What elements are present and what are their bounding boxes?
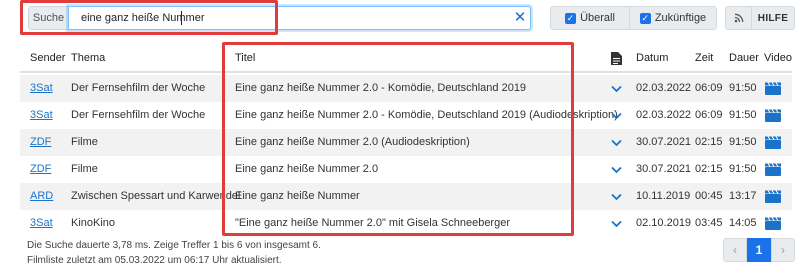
thema-cell: Zwischen Spessart und Karwendel [71, 190, 241, 202]
dauer-cell: 13:17 [729, 190, 757, 202]
zukuenftige-label: Zukünftige [654, 12, 707, 24]
pagination: ‹ 1 › [723, 238, 795, 262]
chevron-down-icon[interactable] [611, 102, 622, 129]
checkbox-checked-icon[interactable]: ✓ [565, 12, 577, 24]
rss-icon [734, 13, 743, 23]
close-icon[interactable]: ✕ [512, 10, 528, 26]
sender-link[interactable]: ZDF [30, 129, 51, 156]
zukuenftige-toggle[interactable]: ✓ Zukünftige [630, 6, 717, 30]
dauer-cell: 91:50 [729, 109, 757, 121]
col-zeit-header: Zeit [695, 52, 714, 64]
datum-cell: 30.07.2021 [636, 136, 692, 148]
col-datum-header: Datum [636, 52, 669, 64]
zeit-cell: 00:45 [695, 190, 723, 202]
thema-cell: Der Fernsehfilm der Woche [71, 82, 206, 94]
datum-cell: 02.10.2019 [636, 217, 692, 229]
checkbox-checked-icon[interactable]: ✓ [639, 12, 651, 24]
datum-cell: 30.07.2021 [636, 163, 692, 175]
video-clapperboard-icon[interactable] [765, 82, 781, 95]
dauer-cell: 91:50 [729, 136, 757, 148]
zeit-cell: 06:09 [695, 82, 723, 94]
col-video-header: Video [764, 52, 792, 64]
datum-cell: 10.11.2019 [636, 190, 691, 202]
col-thema-header: Thema [71, 52, 106, 64]
ueberall-label: Überall [580, 12, 615, 24]
thema-cell: Der Fernsehfilm der Woche [71, 109, 206, 121]
dauer-cell: 91:50 [729, 163, 757, 175]
chevron-down-icon[interactable] [611, 183, 622, 210]
title-highlight-box [222, 42, 574, 236]
document-icon [611, 52, 622, 65]
chevron-down-icon[interactable] [611, 129, 622, 156]
thema-cell: Filme [71, 163, 98, 175]
datum-cell: 02.03.2022 [636, 109, 692, 121]
zeit-cell: 02:15 [695, 136, 723, 148]
dauer-cell: 14:05 [729, 217, 757, 229]
dauer-cell: 91:50 [729, 82, 757, 94]
col-dauer-header: Dauer [729, 52, 759, 64]
video-clapperboard-icon[interactable] [765, 109, 781, 122]
next-page-button[interactable]: › [771, 238, 795, 262]
thema-cell: KinoKino [71, 217, 116, 229]
thema-cell: Filme [71, 136, 98, 148]
sender-link[interactable]: 3Sat [30, 75, 53, 102]
page-1-button[interactable]: 1 [747, 238, 771, 262]
sender-link[interactable]: 3Sat [30, 210, 53, 237]
chevron-down-icon[interactable] [611, 156, 622, 183]
search-stats: Die Suche dauerte 3,78 ms. Zeige Treffer… [27, 240, 321, 251]
zeit-cell: 03:45 [695, 217, 723, 229]
ueberall-toggle[interactable]: ✓ Überall [550, 6, 630, 30]
sender-link[interactable]: 3Sat [30, 102, 53, 129]
search-highlight-box [20, 0, 278, 35]
rss-button[interactable] [725, 6, 752, 30]
chevron-down-icon[interactable] [611, 210, 622, 237]
hilfe-button[interactable]: HILFE [752, 6, 795, 30]
sender-link[interactable]: ARD [30, 183, 53, 210]
video-clapperboard-icon[interactable] [765, 136, 781, 149]
sender-link[interactable]: ZDF [30, 156, 51, 183]
zeit-cell: 02:15 [695, 163, 723, 175]
col-sender-header: Sender [30, 52, 66, 64]
zeit-cell: 06:09 [695, 109, 723, 121]
rss-help-group: HILFE [725, 6, 795, 30]
prev-page-button[interactable]: ‹ [723, 238, 747, 262]
chevron-down-icon[interactable] [611, 75, 622, 102]
video-clapperboard-icon[interactable] [765, 163, 781, 176]
datum-cell: 02.03.2022 [636, 82, 692, 94]
video-clapperboard-icon[interactable] [765, 217, 781, 230]
video-clapperboard-icon[interactable] [765, 190, 781, 203]
filmlist-updated: Filmliste zuletzt am 05.03.2022 um 06:17… [27, 255, 282, 266]
filter-checkbox-group: ✓ Überall ✓ Zukünftige [550, 6, 717, 30]
